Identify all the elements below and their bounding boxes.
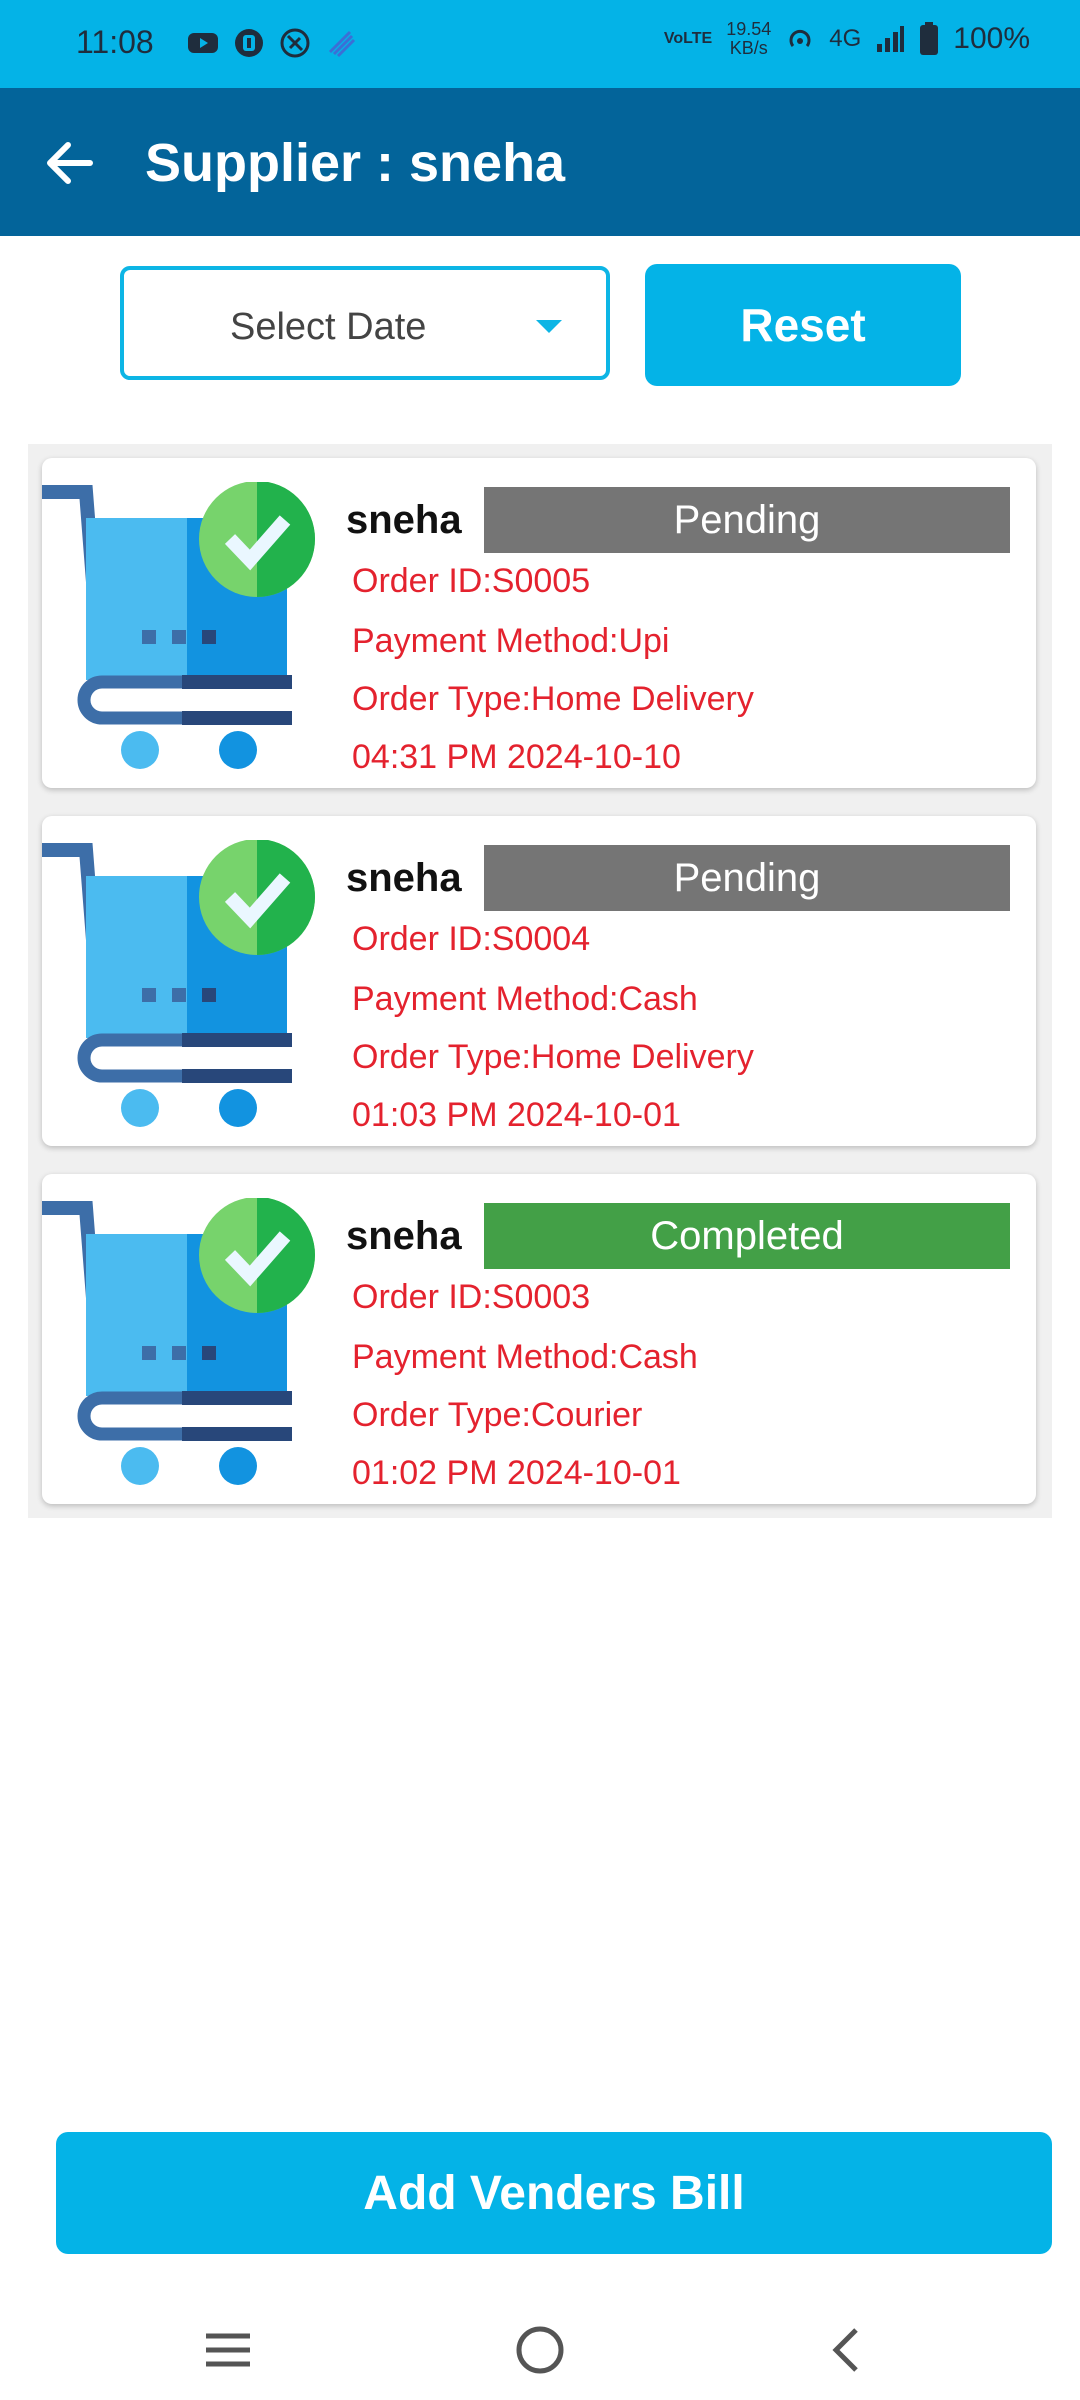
order-id: Order ID:S0003 [352,1278,591,1316]
battery-percent: 100% [953,22,1030,55]
order-card[interactable]: sneha Pending Order ID:S0004 Payment Met… [42,816,1036,1146]
payment-method: Payment Method:Cash [352,1338,698,1376]
order-id: Order ID:S0005 [352,562,591,600]
status-badge: Pending [484,845,1010,911]
shopping-cart-icon [42,840,315,1127]
menu-icon[interactable] [198,2320,258,2380]
network-speed: 19.54 KB/s [726,19,772,58]
signal-bars-icon [877,26,905,52]
back-chevron-icon[interactable] [818,2320,878,2380]
hotspot-icon [789,29,811,47]
status-badge: Completed [484,1203,1010,1269]
shopping-cart-icon [42,1198,315,1485]
arrow-left-icon[interactable] [38,132,100,194]
order-type: Order Type:Home Delivery [352,680,754,718]
order-type: Order Type:Home Delivery [352,1038,754,1076]
battery-icon [920,22,939,55]
supplier-name: sneha [346,498,462,542]
app-bar: Supplier : sneha [0,88,1080,236]
order-card[interactable]: sneha Completed Order ID:S0003 Payment M… [42,1174,1036,1504]
cellular-type: 4G [829,25,862,52]
youtube-icon [188,33,218,53]
volte-indicator: VoLTE [663,30,713,47]
home-circle-icon[interactable] [510,2320,570,2380]
notification-icons [186,26,358,60]
signal-waves-icon [328,30,356,58]
page-title: Supplier : sneha [145,133,566,193]
payment-method: Payment Method:Upi [352,622,670,660]
date-select-dropdown[interactable]: Select Date [120,266,610,380]
system-nav-bar [0,2290,1080,2400]
chevron-down-icon [536,320,562,333]
app-icon [235,29,263,57]
order-id: Order ID:S0004 [352,920,591,958]
status-bar: 11:08 VoLTE 19.54 KB/s 4G 100% [0,0,1080,88]
supplier-name: sneha [346,856,462,900]
reset-button[interactable]: Reset [645,264,961,386]
order-datetime: 04:31 PM 2024-10-10 [352,738,681,776]
order-datetime: 01:02 PM 2024-10-01 [352,1454,681,1492]
order-datetime: 01:03 PM 2024-10-01 [352,1096,681,1134]
shopping-cart-icon [42,482,315,769]
supplier-name: sneha [346,1214,462,1258]
shield-icon [280,28,310,58]
status-time: 11:08 [76,24,154,60]
order-card[interactable]: sneha Pending Order ID:S0005 Payment Met… [42,458,1036,788]
payment-method: Payment Method:Cash [352,980,698,1018]
status-badge: Pending [484,487,1010,553]
order-type: Order Type:Courier [352,1396,643,1434]
add-venders-bill-button[interactable]: Add Venders Bill [56,2132,1052,2254]
order-list: sneha Pending Order ID:S0005 Payment Met… [28,444,1052,1518]
system-indicators: VoLTE 19.54 KB/s 4G 100% [664,20,1030,58]
date-select-label: Select Date [230,306,427,348]
